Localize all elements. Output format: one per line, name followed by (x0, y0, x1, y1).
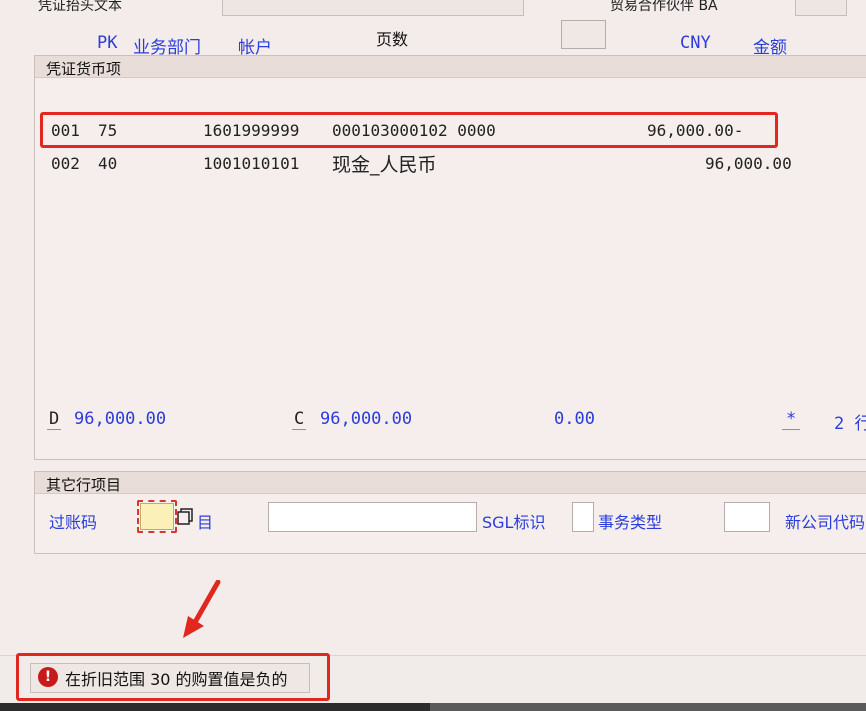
row-description: 现金_人民币 (332, 154, 437, 176)
col-header-account: 帐户 (238, 38, 272, 58)
debit-total: 96,000.00 (74, 409, 167, 429)
group-title-bar: 凭证货币项 (35, 56, 866, 78)
sgl-field[interactable] (572, 502, 594, 532)
row-account: 1001010101 (203, 154, 300, 173)
taskbar-segment (430, 703, 866, 711)
debit-label: D (47, 409, 62, 430)
copy-icon[interactable] (176, 507, 196, 527)
col-header-currency: CNY (680, 33, 711, 53)
transaction-type-label: 事务类型 (598, 513, 663, 532)
credit-label: C (292, 409, 307, 430)
account-field[interactable] (268, 502, 477, 532)
doc-header-text-label: 凭证抬头文本 (38, 0, 122, 14)
col-header-pk: PK (97, 33, 118, 53)
trading-partner-label: 贸易合作伙伴 BA (610, 0, 718, 14)
pages-field[interactable] (561, 20, 606, 49)
balance-value: 0.00 (554, 409, 595, 429)
table-row[interactable]: 002 40 1001010101 现金_人民币 96,000.00 (44, 150, 824, 178)
col-header-amount: 金额 (753, 38, 787, 58)
row-pk: 40 (98, 154, 118, 173)
annotation-arrow-icon (183, 580, 221, 638)
sgl-label: SGL标识 (482, 513, 546, 532)
credit-total: 96,000.00 (320, 409, 413, 429)
highlight-box-row-1 (40, 112, 778, 148)
posting-key-focus-marker (137, 500, 177, 533)
other-items-title: 其它行项目 (46, 476, 122, 494)
trading-partner-field[interactable] (795, 0, 847, 16)
group-title-bar: 其它行项目 (35, 472, 866, 494)
doc-currency-items-title: 凭证货币项 (46, 60, 122, 78)
posting-key-label: 过账码 (49, 513, 98, 532)
doc-header-text-field[interactable] (222, 0, 524, 16)
account-suffix-label: 目 (197, 513, 214, 532)
col-header-business-area: 业务部门 (133, 38, 201, 58)
highlight-box-status (16, 653, 330, 701)
line-count: 2 行 (834, 414, 866, 434)
transaction-type-field[interactable] (724, 502, 770, 532)
new-company-label: 新公司代码 (785, 513, 866, 532)
row-amount: 96,000.00 (705, 154, 792, 173)
star-indicator: * (782, 409, 801, 430)
pages-label: 页数 (376, 30, 409, 49)
row-item-no: 002 (51, 154, 80, 173)
